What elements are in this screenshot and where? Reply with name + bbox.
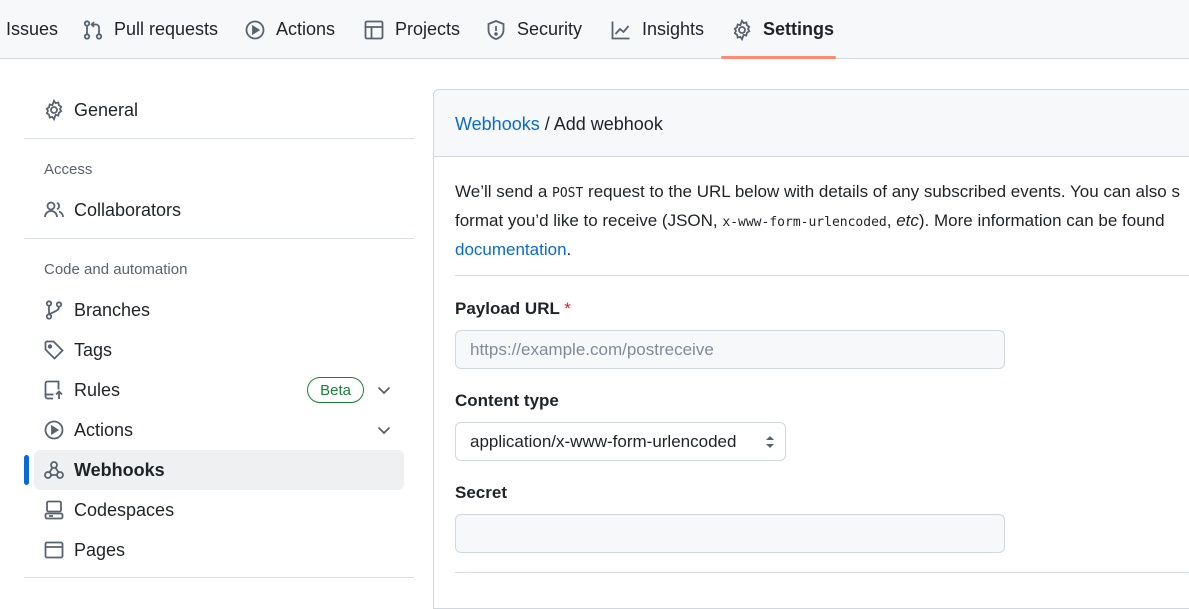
selected-indicator [24, 455, 29, 485]
branch-icon [43, 299, 65, 321]
tab-label: Insights [642, 19, 705, 39]
breadcrumb: Webhooks / Add webhook [455, 114, 663, 135]
section-divider [455, 275, 1189, 276]
secret-input[interactable] [455, 514, 1005, 553]
beta-badge: Beta [307, 377, 364, 403]
sidebar-divider [24, 577, 414, 578]
required-mark: * [564, 299, 571, 318]
sidebar-divider [24, 238, 414, 239]
desc-text: . [566, 240, 572, 259]
table-icon [363, 19, 385, 41]
sidebar-item-general[interactable]: General [34, 90, 404, 130]
sidebar-item-label: Pages [74, 539, 126, 560]
sidebar-heading-code: Code and automation [44, 261, 188, 278]
content-type-select[interactable]: application/x-www-form-urlencoded [455, 422, 786, 461]
sidebar-item-label: Tags [74, 339, 113, 360]
sidebar-item-label: Actions [74, 419, 134, 440]
browser-icon [43, 539, 65, 561]
sidebar-item-pages[interactable]: Pages [34, 530, 404, 570]
gear-icon [731, 18, 753, 41]
breadcrumb-current: Add webhook [553, 114, 663, 134]
desc-code-format: x-www-form-urlencoded [722, 215, 887, 230]
desc-code-post: POST [552, 186, 584, 201]
sidebar-item-actions[interactable]: Actions [34, 410, 404, 450]
sidebar-heading-access: Access [44, 161, 93, 178]
play-icon [244, 19, 266, 41]
select-caret-icon [763, 433, 777, 451]
desc-text: We’ll send a [455, 182, 553, 201]
tab-label: Settings [763, 19, 835, 39]
tab-insights[interactable]: Insights [610, 0, 704, 59]
tab-projects[interactable]: Projects [363, 0, 460, 59]
content-type-value: application/x-www-form-urlencoded [470, 431, 737, 451]
tab-label: Projects [395, 19, 461, 39]
tab-issues[interactable]: Issues [6, 0, 58, 59]
tab-label: Issues [6, 19, 59, 39]
desc-text: , [886, 211, 897, 230]
chevron-down-icon[interactable] [374, 420, 394, 440]
shield-icon [485, 19, 507, 41]
webhook-icon [43, 459, 65, 481]
tab-label: Security [517, 19, 583, 39]
sidebar-item-label: General [74, 99, 139, 120]
sidebar-item-tags[interactable]: Tags [34, 330, 404, 370]
section-divider [455, 572, 1189, 573]
payload-url-label: Payload URL * [455, 299, 571, 319]
sidebar-item-rules[interactable]: Rules Beta [34, 370, 404, 410]
tab-security[interactable]: Security [485, 0, 582, 59]
tab-actions[interactable]: Actions [244, 0, 335, 59]
graph-icon [610, 19, 632, 41]
tab-settings[interactable]: Settings [731, 0, 834, 59]
sidebar-item-branches[interactable]: Branches [34, 290, 404, 330]
tab-label: Pull requests [114, 19, 219, 39]
webhook-description: We’ll send a POST request to the URL bel… [455, 178, 1189, 263]
desc-text: format you’d like to receive (JSON, [455, 211, 723, 230]
sidebar-item-label: Collaborators [74, 199, 182, 220]
gear-icon [43, 99, 65, 121]
pull-request-icon [82, 19, 104, 41]
repo-nav: Issues Pull requests Actions Projects Se… [0, 0, 1189, 59]
selected-tab-underline [721, 56, 836, 59]
settings-sidebar: General Access Collaborators Code and au… [0, 59, 420, 579]
sidebar-item-collaborators[interactable]: Collaborators [34, 190, 404, 230]
add-webhook-panel: Webhooks / Add webhook We’ll send a POST… [433, 89, 1189, 609]
sidebar-item-label: Codespaces [74, 499, 175, 520]
payload-url-label-text: Payload URL [455, 299, 560, 318]
panel-header: Webhooks / Add webhook [434, 90, 1189, 157]
sidebar-divider [24, 138, 414, 139]
content-type-label: Content type [455, 391, 559, 410]
play-icon [43, 419, 65, 441]
sidebar-item-label: Rules [74, 379, 121, 400]
sidebar-item-codespaces[interactable]: Codespaces [34, 490, 404, 530]
people-icon [43, 199, 65, 221]
desc-text: ). More information can be found [918, 211, 1165, 230]
tab-label: Actions [276, 19, 336, 39]
breadcrumb-webhooks-link[interactable]: Webhooks [455, 114, 540, 134]
secret-label: Secret [455, 483, 507, 502]
sidebar-item-label: Webhooks [74, 459, 165, 480]
sidebar-item-webhooks[interactable]: Webhooks [34, 450, 404, 490]
repo-push-icon [43, 379, 65, 401]
chevron-down-icon[interactable] [374, 380, 394, 400]
payload-url-input[interactable] [455, 330, 1005, 369]
tab-pull-requests[interactable]: Pull requests [82, 0, 218, 59]
documentation-link[interactable]: documentation [455, 240, 567, 259]
sidebar-item-label: Branches [74, 299, 151, 320]
breadcrumb-separator: / [539, 114, 554, 134]
desc-etc: etc [896, 211, 919, 230]
desc-text: request to the URL below with details of… [583, 182, 1180, 201]
tag-icon [43, 339, 65, 361]
codespaces-icon [43, 499, 65, 521]
